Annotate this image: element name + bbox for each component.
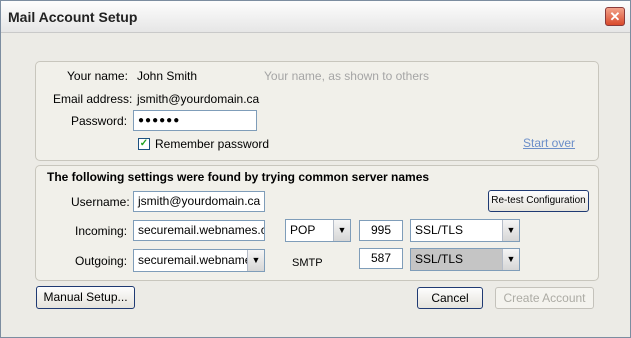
- mail-account-setup-dialog: Mail Account Setup ✕ Your name: John Smi…: [0, 0, 631, 338]
- outgoing-server-value: securemail.webnames.ca: [138, 253, 265, 267]
- outgoing-protocol-label: SMTP: [292, 257, 323, 269]
- incoming-protocol-value: POP: [290, 223, 316, 237]
- email-address-value[interactable]: jsmith@yourdomain.ca: [137, 92, 259, 106]
- chevron-down-icon: ▼: [502, 249, 519, 270]
- create-account-button[interactable]: Create Account: [495, 287, 594, 309]
- outgoing-port-field[interactable]: 587: [359, 248, 403, 269]
- password-field[interactable]: ●●●●●●: [133, 110, 257, 131]
- settings-heading: The following settings were found by try…: [47, 170, 430, 184]
- title-bar: Mail Account Setup ✕: [1, 1, 630, 33]
- remember-password-label: Remember password: [155, 137, 270, 151]
- outgoing-label: Outgoing:: [75, 254, 128, 268]
- incoming-label: Incoming:: [75, 224, 128, 238]
- email-address-label: Email address:: [53, 92, 133, 106]
- outgoing-security-select[interactable]: SSL/TLS ▼: [410, 248, 520, 271]
- your-name-label: Your name:: [67, 69, 128, 83]
- your-name-value[interactable]: John Smith: [137, 69, 197, 83]
- username-label: Username:: [71, 195, 130, 209]
- outgoing-security-value: SSL/TLS: [415, 252, 464, 266]
- cancel-button[interactable]: Cancel: [417, 287, 483, 309]
- your-name-hint: Your name, as shown to others: [264, 69, 429, 83]
- chevron-down-icon: ▼: [247, 250, 264, 271]
- outgoing-server-select[interactable]: securemail.webnames.ca ▼: [133, 249, 265, 272]
- chevron-down-icon: ▼: [502, 220, 519, 241]
- start-over-link[interactable]: Start over: [523, 136, 575, 150]
- close-icon[interactable]: ✕: [605, 7, 625, 26]
- manual-setup-button[interactable]: Manual Setup...: [36, 286, 135, 309]
- incoming-security-value: SSL/TLS: [415, 223, 464, 237]
- incoming-protocol-select[interactable]: POP ▼: [285, 219, 351, 242]
- password-label: Password:: [71, 114, 128, 128]
- incoming-security-select[interactable]: SSL/TLS ▼: [410, 219, 520, 242]
- retest-configuration-button[interactable]: Re-test Configuration: [488, 190, 589, 212]
- incoming-server-field[interactable]: securemail.webnames.ca: [133, 220, 265, 241]
- chevron-down-icon: ▼: [333, 220, 350, 241]
- dialog-title: Mail Account Setup: [8, 9, 138, 25]
- username-field[interactable]: jsmith@yourdomain.ca: [133, 191, 265, 212]
- incoming-port-field[interactable]: 995: [359, 220, 403, 241]
- remember-password-checkbox[interactable]: ✓: [138, 138, 150, 150]
